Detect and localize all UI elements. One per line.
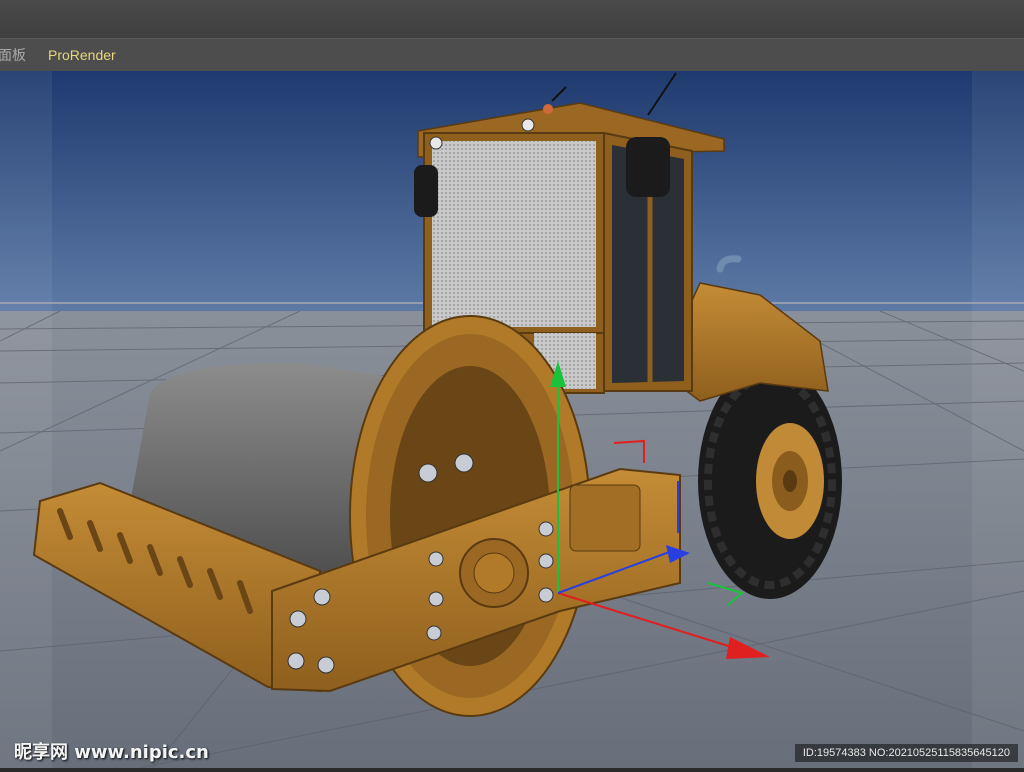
menu-panel[interactable]: 面板 [0,45,38,65]
safe-frame-left [0,71,52,772]
watermark-site: 昵享网 www.nipic.cn [14,742,209,763]
bottom-edge [0,768,1024,772]
menu-prorender[interactable]: ProRender [48,47,128,63]
viewport-scene [0,71,1024,772]
watermark-id: ID:19574383 NO:20210525115835645120 [794,744,1018,762]
title-strip [0,0,1024,38]
3d-viewport[interactable]: 昵享网 www.nipic.cn ID:19574383 NO:20210525… [0,71,1024,772]
c4d-app-window: 面板 ProRender 昵享网 www.nipic.cn ID:1957438… [0,0,1024,772]
rear-tire [698,363,842,599]
viewport-menu-bar: 面板 ProRender [0,38,1024,72]
safe-frame-right [972,71,1024,772]
yoke-cover-plate [569,484,641,552]
